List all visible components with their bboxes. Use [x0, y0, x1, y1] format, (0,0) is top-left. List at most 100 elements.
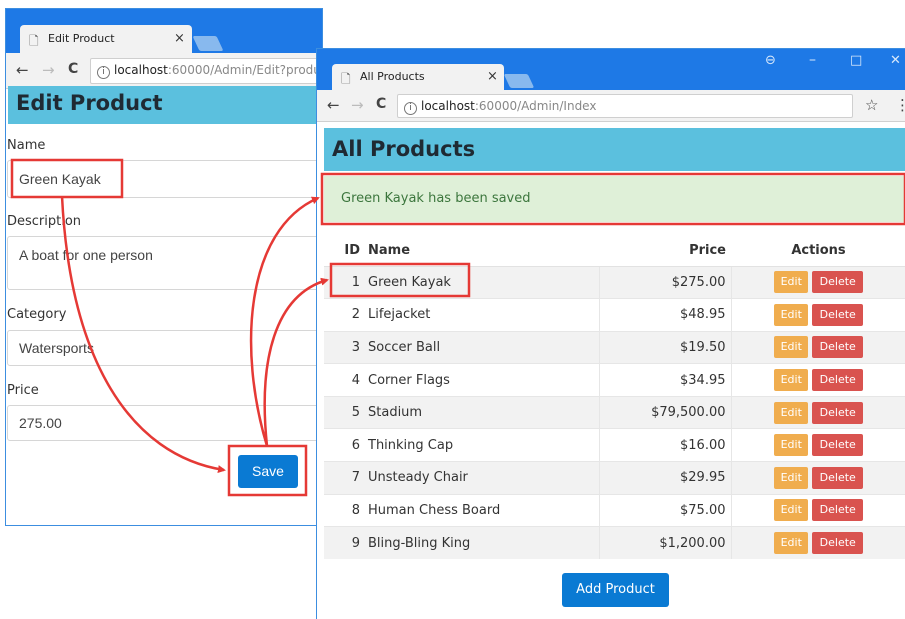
cell-price: $275.00: [599, 265, 732, 299]
table-row: 8 Human Chess Board $75.00 Edit Delete: [324, 493, 905, 527]
table-row: 4 Corner Flags $34.95 Edit Delete: [324, 363, 905, 397]
description-label: Description: [7, 214, 82, 229]
delete-button[interactable]: Delete: [812, 532, 864, 555]
table-row: 5 Stadium $79,500.00 Edit Delete: [324, 395, 905, 429]
table-row: 1 Green Kayak $275.00 Edit Delete: [324, 265, 905, 299]
edit-button[interactable]: Edit: [774, 466, 809, 489]
cell-price: $79,500.00: [599, 395, 732, 429]
cell-id: 9: [324, 526, 364, 560]
new-tab-button[interactable]: [503, 74, 535, 88]
edit-button[interactable]: Edit: [774, 532, 809, 555]
edit-button[interactable]: Edit: [774, 271, 809, 294]
edit-button[interactable]: Edit: [774, 401, 809, 424]
cell-name: Soccer Ball: [364, 330, 600, 364]
description-field[interactable]: A boat for one person: [7, 236, 327, 290]
cell-actions: Edit Delete: [731, 461, 905, 495]
cell-actions: Edit Delete: [731, 265, 905, 299]
cell-id: 3: [324, 330, 364, 364]
cell-actions: Edit Delete: [731, 298, 905, 332]
table-row: 2 Lifejacket $48.95 Edit Delete: [324, 298, 905, 332]
delete-button[interactable]: Delete: [812, 434, 864, 457]
table-row: 6 Thinking Cap $16.00 Edit Delete: [324, 428, 905, 462]
reload-icon[interactable]: C: [68, 61, 78, 77]
table-row: 7 Unsteady Chair $29.95 Edit Delete: [324, 461, 905, 495]
name-field[interactable]: Green Kayak: [7, 160, 327, 198]
tab-edit-product[interactable]: 🗋 Edit Product ×: [20, 25, 192, 53]
cell-name: Human Chess Board: [364, 493, 600, 527]
cell-id: 7: [324, 461, 364, 495]
back-arrow-icon[interactable]: ←: [327, 96, 340, 114]
reload-icon[interactable]: C: [376, 96, 386, 112]
cell-price: $19.50: [599, 330, 732, 364]
forward-arrow-icon[interactable]: →: [42, 61, 55, 79]
info-icon: i: [97, 66, 110, 79]
cell-price: $34.95: [599, 363, 732, 397]
delete-button[interactable]: Delete: [812, 336, 864, 359]
delete-button[interactable]: Delete: [812, 401, 864, 424]
cell-actions: Edit Delete: [731, 363, 905, 397]
page-title: Edit Product: [8, 86, 320, 124]
menu-icon[interactable]: ⋮: [895, 96, 905, 114]
delete-button[interactable]: Delete: [812, 466, 864, 489]
add-product-button[interactable]: Add Product: [562, 573, 669, 607]
edit-button[interactable]: Edit: [774, 336, 809, 359]
address-bar[interactable]: i localhost:60000/Admin/Edit?productId=1: [90, 58, 322, 84]
cell-price: $16.00: [599, 428, 732, 462]
url-host: localhost: [421, 99, 475, 113]
cell-name: Corner Flags: [364, 363, 600, 397]
cell-name: Stadium: [364, 395, 600, 429]
edit-window-toolbar: ← → C i localhost:60000/Admin/Edit?produc…: [6, 53, 322, 89]
delete-button[interactable]: Delete: [812, 303, 864, 326]
back-arrow-icon[interactable]: ←: [16, 61, 29, 79]
edit-window-titlebar: 🗋 Edit Product × ⊖ – □ ✕: [6, 9, 322, 53]
success-alert: Green Kayak has been saved: [324, 176, 905, 222]
price-field[interactable]: 275.00: [7, 405, 327, 441]
column-header-name: Name: [364, 235, 599, 267]
list-window-toolbar: ← → C i localhost:60000/Admin/Index ☆ ⋮: [317, 90, 905, 122]
delete-button[interactable]: Delete: [812, 499, 864, 522]
cell-actions: Edit Delete: [731, 428, 905, 462]
cell-name: Thinking Cap: [364, 428, 600, 462]
tab-title: All Products: [360, 70, 425, 83]
new-tab-button[interactable]: [192, 36, 224, 51]
cell-id: 8: [324, 493, 364, 527]
cell-actions: Edit Delete: [731, 526, 905, 560]
cell-actions: Edit Delete: [731, 395, 905, 429]
cell-id: 2: [324, 298, 364, 332]
account-icon[interactable]: ⊖: [765, 53, 776, 68]
cell-name: Lifejacket: [364, 298, 600, 332]
column-header-price: Price: [599, 235, 731, 267]
tab-close-icon[interactable]: ×: [174, 31, 185, 46]
cell-id: 6: [324, 428, 364, 462]
bookmark-star-icon[interactable]: ☆: [865, 96, 878, 114]
category-select[interactable]: Watersports: [7, 330, 327, 366]
tab-title: Edit Product: [48, 32, 115, 45]
edit-button[interactable]: Edit: [774, 434, 809, 457]
save-button[interactable]: Save: [238, 455, 298, 488]
cell-price: $75.00: [599, 493, 732, 527]
delete-button[interactable]: Delete: [812, 271, 864, 294]
price-label: Price: [7, 383, 39, 398]
maximize-icon[interactable]: □: [850, 53, 862, 68]
cell-price: $29.95: [599, 461, 732, 495]
edit-button[interactable]: Edit: [774, 303, 809, 326]
tab-all-products[interactable]: 🗋 All Products ×: [332, 64, 504, 90]
tab-close-icon[interactable]: ×: [487, 69, 498, 84]
cell-price: $1,200.00: [599, 526, 732, 560]
url-path: :60000/Admin/Index: [474, 99, 597, 113]
address-bar[interactable]: i localhost:60000/Admin/Index: [397, 94, 853, 118]
edit-button[interactable]: Edit: [774, 499, 809, 522]
close-icon[interactable]: ✕: [890, 53, 901, 68]
delete-button[interactable]: Delete: [812, 369, 864, 392]
cell-actions: Edit Delete: [731, 493, 905, 527]
cell-id: 4: [324, 363, 364, 397]
list-window-titlebar: 🗋 All Products × ⊖ – □ ✕: [317, 49, 905, 90]
cell-actions: Edit Delete: [731, 330, 905, 364]
minimize-icon[interactable]: –: [809, 52, 816, 68]
forward-arrow-icon[interactable]: →: [351, 96, 364, 114]
page-title: All Products: [324, 128, 905, 171]
table-row: 9 Bling-Bling King $1,200.00 Edit Delete: [324, 526, 905, 560]
table-row: 3 Soccer Ball $19.50 Edit Delete: [324, 330, 905, 364]
cell-name: Bling-Bling King: [364, 526, 600, 560]
edit-button[interactable]: Edit: [774, 369, 809, 392]
